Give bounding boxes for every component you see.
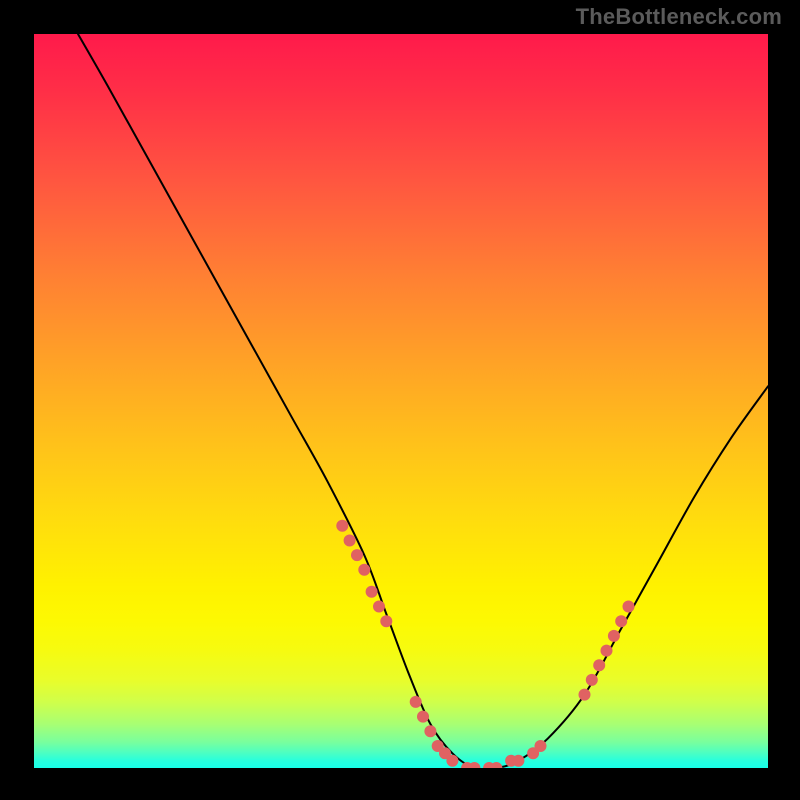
highlight-point — [608, 630, 620, 642]
chart-container: TheBottleneck.com — [0, 0, 800, 800]
highlight-point — [358, 564, 370, 576]
curve-svg — [34, 34, 768, 768]
highlight-point — [336, 520, 348, 532]
highlight-point — [366, 586, 378, 598]
highlight-point — [351, 549, 363, 561]
highlight-point — [615, 615, 627, 627]
highlight-point — [512, 755, 524, 767]
highlight-point — [593, 659, 605, 671]
highlight-point — [344, 535, 356, 547]
highlight-points — [336, 520, 634, 768]
plot-area — [34, 34, 768, 768]
highlight-point — [410, 696, 422, 708]
highlight-point — [417, 711, 429, 723]
highlight-point — [373, 601, 385, 613]
highlight-point — [535, 740, 547, 752]
highlight-point — [424, 725, 436, 737]
highlight-point — [601, 645, 613, 657]
highlight-point — [623, 601, 635, 613]
watermark-text: TheBottleneck.com — [576, 4, 782, 30]
highlight-point — [586, 674, 598, 686]
bottleneck-curve — [78, 34, 768, 768]
highlight-point — [579, 689, 591, 701]
highlight-point — [380, 615, 392, 627]
highlight-point — [446, 755, 458, 767]
